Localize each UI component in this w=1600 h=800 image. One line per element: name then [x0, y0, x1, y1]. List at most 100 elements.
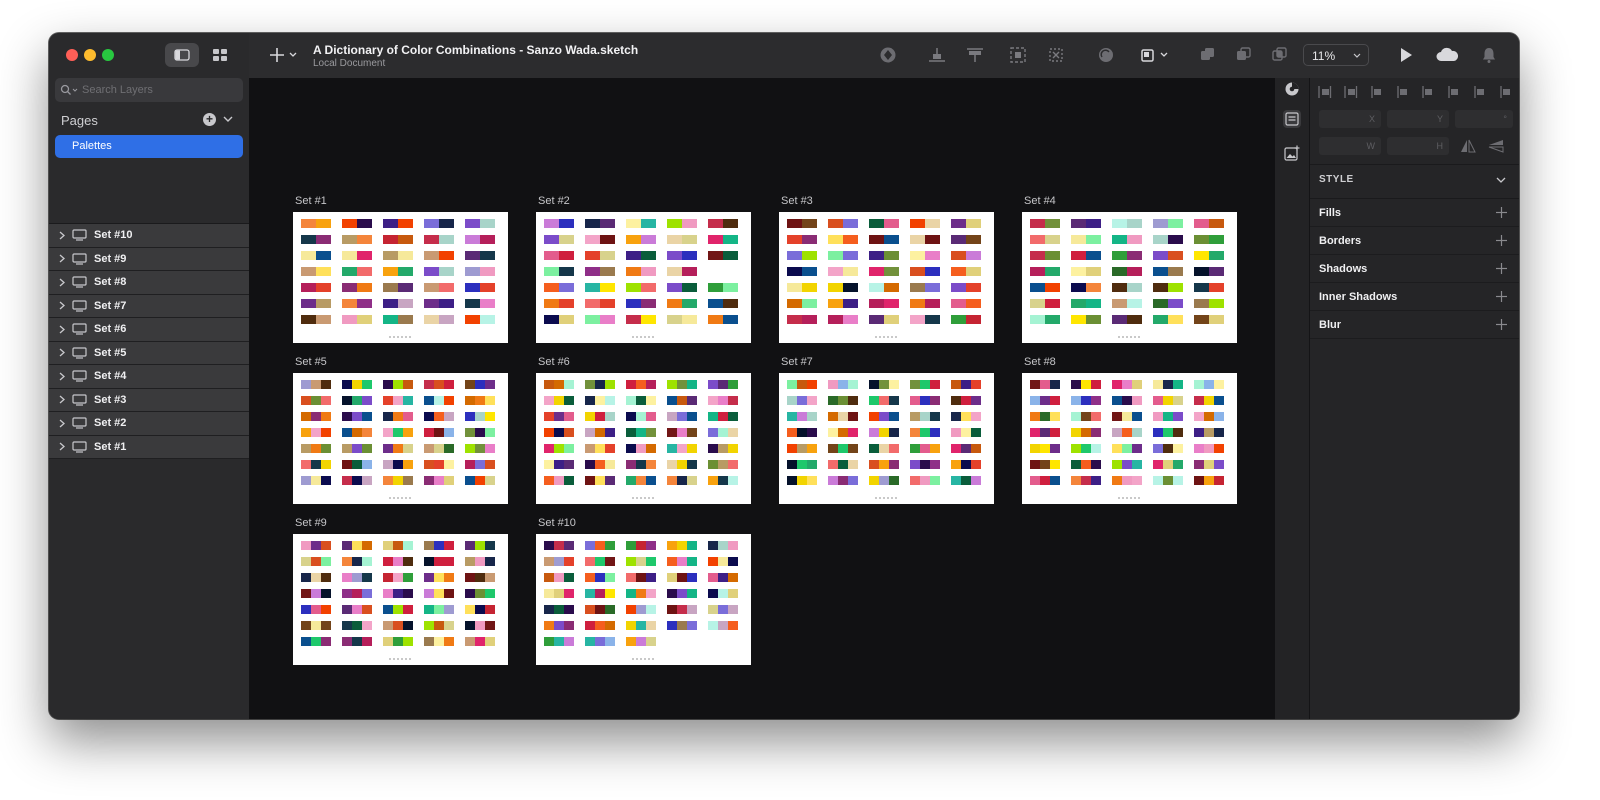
- layer-row[interactable]: Set #3: [49, 388, 249, 412]
- artboard[interactable]: [779, 373, 994, 504]
- page-item-palettes[interactable]: Palettes: [55, 135, 243, 158]
- disclosure-arrow-icon[interactable]: [59, 372, 69, 381]
- artboard[interactable]: [293, 534, 508, 665]
- layer-row[interactable]: Set #9: [49, 247, 249, 271]
- rotate-copies-button[interactable]: [1097, 46, 1115, 64]
- artboard-title[interactable]: Set #7: [781, 356, 813, 368]
- plus-icon[interactable]: [1496, 319, 1507, 330]
- width-field[interactable]: W: [1319, 137, 1381, 155]
- distribute-horizontal-icon[interactable]: [1318, 85, 1332, 101]
- artboard[interactable]: [1022, 373, 1237, 504]
- artboard-title[interactable]: Set #3: [781, 195, 813, 207]
- artboard-title[interactable]: Set #4: [1024, 195, 1056, 207]
- artboard[interactable]: [536, 373, 751, 504]
- artboard-footer-dots: [389, 658, 411, 660]
- disclosure-arrow-icon[interactable]: [59, 231, 69, 240]
- cloud-share-button[interactable]: [1435, 46, 1459, 64]
- tidy-button[interactable]: [965, 46, 985, 64]
- prototype-tab-button[interactable]: [1283, 144, 1301, 162]
- zoom-menu[interactable]: 11%: [1303, 44, 1369, 66]
- layer-row[interactable]: Set #7: [49, 294, 249, 318]
- chevron-down-icon[interactable]: [223, 115, 233, 123]
- artboard-title[interactable]: Set #2: [538, 195, 570, 207]
- layer-name: Set #8: [94, 276, 127, 289]
- width-field-label: W: [1366, 141, 1376, 151]
- disclosure-arrow-icon[interactable]: [59, 395, 69, 404]
- disclosure-arrow-icon[interactable]: [59, 442, 69, 451]
- disclosure-arrow-icon[interactable]: [59, 278, 69, 287]
- layer-row[interactable]: Set #10: [49, 224, 249, 248]
- disclosure-arrow-icon[interactable]: [59, 254, 69, 263]
- align-middle-icon[interactable]: [1473, 85, 1487, 101]
- artboard[interactable]: [536, 534, 751, 665]
- insert-button[interactable]: [269, 46, 297, 64]
- minimize-window-button[interactable]: [84, 49, 96, 61]
- artboard-title[interactable]: Set #6: [538, 356, 570, 368]
- plus-icon[interactable]: [1496, 263, 1507, 274]
- y-position-field[interactable]: Y: [1387, 110, 1449, 128]
- transform-menu-button[interactable]: [1139, 46, 1171, 64]
- x-position-field[interactable]: X: [1319, 110, 1381, 128]
- style-property-row[interactable]: Fills: [1310, 199, 1519, 227]
- layer-row[interactable]: Set #8: [49, 271, 249, 295]
- disclosure-arrow-icon[interactable]: [59, 348, 69, 357]
- artboard-title[interactable]: Set #9: [295, 517, 327, 529]
- artboard[interactable]: [1022, 212, 1237, 343]
- subtract-button[interactable]: [1235, 46, 1253, 64]
- layer-list-view-button[interactable]: [165, 43, 199, 67]
- layer-row[interactable]: Set #5: [49, 341, 249, 365]
- distribute-vertical-button[interactable]: [927, 46, 947, 64]
- distribute-vertical-icon[interactable]: [1344, 85, 1358, 101]
- artboard[interactable]: [293, 212, 508, 343]
- disclosure-arrow-icon[interactable]: [59, 301, 69, 310]
- flip-vertical-button[interactable]: [1485, 137, 1507, 155]
- flip-horizontal-button[interactable]: [1457, 137, 1479, 155]
- align-right-icon[interactable]: [1421, 85, 1435, 101]
- layer-row[interactable]: Set #6: [49, 318, 249, 342]
- height-field[interactable]: H: [1387, 137, 1449, 155]
- artboard[interactable]: [293, 373, 508, 504]
- artboard-title[interactable]: Set #5: [295, 356, 327, 368]
- style-property-row[interactable]: Borders: [1310, 227, 1519, 255]
- create-symbol-button[interactable]: [879, 46, 897, 64]
- layer-row[interactable]: Set #4: [49, 365, 249, 389]
- zoom-window-button[interactable]: [102, 49, 114, 61]
- style-property-row[interactable]: Shadows: [1310, 255, 1519, 283]
- flatten-button[interactable]: [1047, 46, 1065, 64]
- rotation-field[interactable]: °: [1455, 110, 1513, 128]
- align-bottom-icon[interactable]: [1499, 85, 1513, 101]
- intersect-button[interactable]: [1271, 46, 1289, 64]
- chevron-down-icon[interactable]: [1496, 177, 1506, 184]
- artboard[interactable]: [536, 212, 751, 343]
- plus-icon: +: [205, 112, 213, 126]
- plus-icon[interactable]: [1496, 235, 1507, 246]
- style-property-row[interactable]: Inner Shadows: [1310, 283, 1519, 311]
- style-property-row[interactable]: Blur: [1310, 311, 1519, 339]
- disclosure-arrow-icon[interactable]: [59, 325, 69, 334]
- artboard-title[interactable]: Set #10: [538, 517, 576, 529]
- artboard-title[interactable]: Set #1: [295, 195, 327, 207]
- inspect-tab-button[interactable]: [1283, 110, 1301, 128]
- align-center-horizontal-icon[interactable]: [1396, 85, 1410, 101]
- notifications-button[interactable]: [1481, 46, 1497, 64]
- artboard[interactable]: [779, 212, 994, 343]
- union-button[interactable]: [1199, 46, 1217, 64]
- layer-row[interactable]: Set #1: [49, 435, 249, 459]
- close-window-button[interactable]: [66, 49, 78, 61]
- artboard-title[interactable]: Set #8: [1024, 356, 1056, 368]
- canvas[interactable]: Set #1 Set #2 Set #3 Set #4 Set #5 Set #6 Set …: [249, 78, 1275, 719]
- disclosure-arrow-icon[interactable]: [59, 419, 69, 428]
- scale-button[interactable]: [1009, 46, 1027, 64]
- plus-icon[interactable]: [1496, 291, 1507, 302]
- search-layers-input[interactable]: [82, 84, 232, 96]
- layer-row[interactable]: Set #2: [49, 412, 249, 436]
- align-top-icon[interactable]: [1447, 85, 1461, 101]
- align-left-icon[interactable]: [1370, 85, 1384, 101]
- design-tab-button[interactable]: [1283, 80, 1301, 98]
- document-subtitle: Local Document: [313, 58, 386, 69]
- components-view-button[interactable]: [203, 43, 237, 67]
- search-layers-field[interactable]: [55, 78, 243, 102]
- preview-button[interactable]: [1398, 46, 1414, 64]
- add-page-button[interactable]: +: [203, 113, 216, 126]
- plus-icon[interactable]: [1496, 207, 1507, 218]
